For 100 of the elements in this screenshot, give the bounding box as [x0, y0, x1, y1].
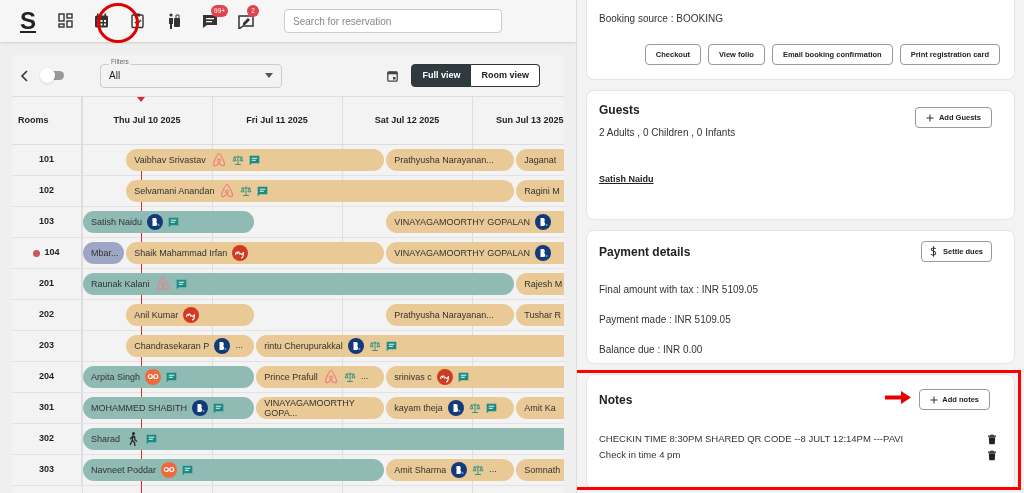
guest-name: Jaganat [524, 155, 557, 165]
room-number: 101 [39, 153, 54, 167]
booking-bar[interactable]: Shaik Mahammad Irfan [126, 242, 385, 264]
note-text: Check in time 4 pm [599, 448, 681, 463]
room-number: 301 [39, 401, 54, 415]
guest-name: Anil Kumar [134, 310, 179, 320]
guest-name: Rajesh M [524, 279, 563, 289]
caret-icon [265, 73, 273, 78]
guest-name: Prince Prafull [264, 372, 318, 382]
guest-name: Mbar... [91, 248, 119, 258]
more-indicator: ... [489, 463, 497, 477]
trash-icon[interactable] [988, 449, 996, 461]
back-chevron-icon[interactable] [20, 69, 30, 82]
booking-source: Booking source : BOOKING [599, 12, 724, 26]
guest-name: VINAYAGAMOORTHY GOPA... [264, 398, 356, 418]
view-tab[interactable]: Room view [471, 64, 540, 87]
day-header: Thu Jul 10 2025 [112, 113, 182, 127]
booking-bar[interactable]: Amit Ka [516, 397, 564, 419]
booking-bar[interactable]: Ragini M [516, 180, 564, 202]
room-number: 303 [39, 463, 54, 477]
toggle-switch[interactable] [42, 71, 64, 80]
booking-bar[interactable]: Rajesh M [516, 273, 564, 295]
section-title: Payment details [599, 243, 691, 261]
guest-count: 2 Adults , 0 Children , 0 Infants [599, 126, 736, 140]
room-number: 104 [44, 246, 60, 260]
guest-name: srinivas c [394, 372, 432, 382]
clipboard-check-icon[interactable] [130, 13, 146, 29]
day-header: Fri Jul 11 2025 [245, 113, 309, 127]
calendar-icon[interactable] [387, 69, 399, 82]
search-field[interactable]: Search for reservation [284, 9, 502, 33]
room-number: 204 [39, 370, 54, 384]
payment-line: Payment made : INR 5109.05 [599, 313, 732, 327]
payment-line: Final amount with tax : INR 5109.05 [599, 283, 759, 297]
guest-name: VINAYAGAMOORTHY GOPALAN [394, 248, 530, 258]
booking-bar[interactable]: Jaganat [516, 149, 564, 171]
guest-name: Ragini M [524, 186, 560, 196]
highlight-circle [96, 2, 140, 44]
guest-name: Raunak Kalani [91, 279, 150, 289]
guest-name: Somnath [524, 465, 561, 475]
booking-bar[interactable]: Prince Prafull ... [256, 366, 385, 388]
guest-name: Navneet Poddar [91, 465, 157, 475]
guest-name: Vaibhav Srivastav [134, 155, 206, 165]
booking-bar[interactable]: Sharad [83, 428, 564, 450]
plus-icon [930, 395, 939, 404]
guest-name: Amit Sharma [394, 465, 447, 475]
guest-link[interactable]: Satish Naidu [599, 174, 654, 184]
booking-bar[interactable]: Mbar... [83, 242, 125, 264]
booking-bar[interactable]: Selvamani Anandan [126, 180, 515, 202]
guest-name: kayam theja [394, 403, 443, 413]
booking-bar[interactable]: VINAYAGAMOORTHY GOPALAN [386, 211, 564, 233]
note-text: CHECKIN TIME 8:30PM SHARED QR CODE --8 JULT 12:14PM ---PAVI [599, 432, 904, 446]
room-number: 302 [39, 432, 54, 446]
guest-name: Amit Ka [524, 403, 556, 413]
guest-name: Chandrasekaran P [134, 341, 210, 351]
booking-bar[interactable]: Anil Kumar [126, 304, 255, 326]
booking-bar[interactable]: VINAYAGAMOORTHY GOPA... [256, 397, 385, 419]
dashboard-icon[interactable] [58, 13, 74, 29]
edit-message-icon[interactable] [238, 13, 254, 29]
guest-name: Selvamani Anandan [134, 186, 215, 196]
logo[interactable]: S [20, 9, 36, 33]
room-number: 203 [39, 339, 54, 353]
trash-icon[interactable] [988, 433, 996, 445]
plus-icon [925, 113, 934, 122]
guest-name: Tushar R [524, 310, 561, 320]
guest-name: VINAYAGAMOORTHY GOPALAN [394, 217, 530, 227]
booking-bar[interactable]: kayam theja [386, 397, 515, 419]
day-header: Sun Jul 13 2025 [494, 113, 564, 127]
luggage-icon[interactable] [166, 13, 182, 29]
more-indicator: ... [235, 339, 243, 353]
booking-bar[interactable]: srinivas c [386, 366, 564, 388]
section-title: Guests [599, 102, 641, 119]
guest-name: Prathyusha Narayanan... [394, 155, 494, 165]
room-number: 103 [39, 215, 54, 229]
booking-bar[interactable]: Raunak Kalani [83, 273, 515, 295]
booking-bar[interactable]: Prathyusha Narayanan... [386, 304, 515, 326]
booking-bar[interactable]: Somnath [516, 459, 564, 481]
booking-bar[interactable]: Arpita Singh [83, 366, 255, 388]
booking-bar[interactable]: Chandrasekaran P ... [126, 335, 255, 357]
guest-name: Arpita Singh [91, 372, 141, 382]
booking-bar[interactable]: rintu Cherupurakkal [256, 335, 564, 357]
section-title: Notes [599, 391, 633, 409]
guest-name: Prathyusha Narayanan... [394, 310, 494, 320]
guest-name: Sharad [91, 434, 121, 444]
guest-name: rintu Cherupurakkal [264, 341, 343, 351]
booking-bar[interactable]: MOHAMMED SHABITH [83, 397, 255, 419]
booking-bar[interactable]: Prathyusha Narayanan... [386, 149, 515, 171]
payment-line: Balance due : INR 0.00 [599, 343, 704, 357]
more-indicator: ... [360, 370, 369, 384]
room-number: 102 [39, 184, 54, 198]
guest-name: Shaik Mahammad Irfan [134, 248, 228, 258]
booking-bar[interactable]: Vaibhav Srivastav [126, 149, 385, 171]
chat-icon[interactable] [202, 13, 218, 29]
room-number: 201 [39, 277, 54, 291]
pointer-arrow-icon [885, 391, 911, 404]
booking-bar[interactable]: Navneet Poddar [83, 459, 385, 481]
booking-bar[interactable]: VINAYAGAMOORTHY GOPALAN [386, 242, 564, 264]
booking-bar[interactable]: Amit Sharma ... [386, 459, 515, 481]
booking-bar[interactable]: Satish Naidu [83, 211, 255, 233]
view-tab[interactable]: Full view [411, 64, 472, 87]
booking-bar[interactable]: Tushar R [516, 304, 564, 326]
